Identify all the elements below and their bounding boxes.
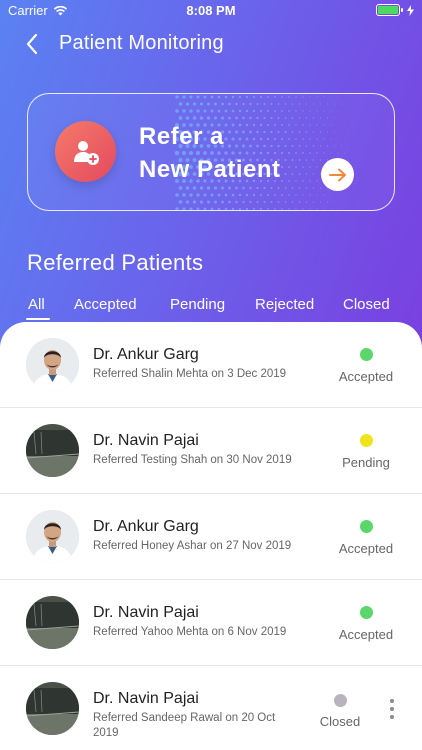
tab-pending[interactable]: Pending xyxy=(170,296,225,313)
chevron-left-icon xyxy=(26,33,38,55)
doctor-avatar xyxy=(26,682,79,735)
status-label: Closed xyxy=(319,714,361,729)
battery-icon xyxy=(376,4,403,16)
status-indicator-dot xyxy=(360,348,373,361)
status-indicator-dot xyxy=(360,520,373,533)
status-label: Accepted xyxy=(338,541,394,556)
list-item[interactable]: Dr. Navin Pajai Referred Sandeep Rawal o… xyxy=(0,666,422,750)
doctor-name: Dr. Ankur Garg xyxy=(93,518,199,535)
list-item[interactable]: Dr. Ankur Garg Referred Shalin Mehta on … xyxy=(0,322,422,408)
refer-new-patient-card[interactable]: Refer a New Patient xyxy=(27,93,395,211)
doctor-avatar xyxy=(26,510,79,563)
doctor-avatar xyxy=(26,338,79,391)
refer-card-title: Refer a New Patient xyxy=(139,120,281,186)
status-label: Accepted xyxy=(338,627,394,642)
tab-all[interactable]: All xyxy=(28,296,45,313)
status-indicator-dot xyxy=(334,694,347,707)
active-tab-indicator xyxy=(26,318,50,320)
doctor-avatar xyxy=(26,596,79,649)
referral-description: Referred Honey Ashar on 27 Nov 2019 xyxy=(93,540,292,552)
referral-description: Referred Shalin Mehta on 3 Dec 2019 xyxy=(93,368,287,380)
status-label: Pending xyxy=(342,455,390,470)
doctor-name: Dr. Navin Pajai xyxy=(93,690,199,707)
status-filter-tabs: All Accepted Pending Rejected Closed xyxy=(0,294,422,322)
referral-description: Referred Yahoo Mehta on 6 Nov 2019 xyxy=(93,626,287,638)
referral-description: Referred Sandeep Rawal on 20 Oct 2019 xyxy=(93,712,276,739)
list-item[interactable]: Dr. Navin Pajai Referred Testing Shah on… xyxy=(0,408,422,494)
doctor-name: Dr. Navin Pajai xyxy=(93,604,199,621)
refer-card-line-1: Refer a xyxy=(139,123,224,150)
status-indicator-dot xyxy=(360,606,373,619)
refer-card-line-2: New Patient xyxy=(139,156,281,183)
refer-arrow-button[interactable] xyxy=(321,158,354,191)
back-button[interactable] xyxy=(22,32,44,56)
status-bar: Carrier 8:08 PM xyxy=(0,0,422,22)
tab-rejected[interactable]: Rejected xyxy=(255,296,314,313)
tab-closed[interactable]: Closed xyxy=(343,296,390,313)
doctor-name: Dr. Ankur Garg xyxy=(93,346,199,363)
page-title: Patient Monitoring xyxy=(59,32,224,54)
tab-accepted[interactable]: Accepted xyxy=(74,296,137,313)
doctor-name: Dr. Navin Pajai xyxy=(93,432,199,449)
navigation-bar: Patient Monitoring xyxy=(0,26,422,62)
battery-indicator xyxy=(376,4,414,16)
status-label: Accepted xyxy=(338,369,394,384)
status-indicator-dot xyxy=(360,434,373,447)
referral-list: Dr. Ankur Garg Referred Shalin Mehta on … xyxy=(0,322,422,750)
list-item[interactable]: Dr. Ankur Garg Referred Honey Ashar on 2… xyxy=(0,494,422,580)
arrow-right-icon xyxy=(328,168,346,181)
refer-icon-circle xyxy=(55,121,116,182)
charging-icon xyxy=(407,4,414,16)
clock: 8:08 PM xyxy=(186,3,236,18)
section-title: Referred Patients xyxy=(27,250,204,275)
add-user-icon xyxy=(73,140,99,165)
more-options-button[interactable] xyxy=(386,699,398,723)
referral-description: Referred Testing Shah on 30 Nov 2019 xyxy=(93,454,292,466)
doctor-avatar xyxy=(26,424,79,477)
list-item[interactable]: Dr. Navin Pajai Referred Yahoo Mehta on … xyxy=(0,580,422,666)
more-vertical-icon xyxy=(390,699,394,703)
